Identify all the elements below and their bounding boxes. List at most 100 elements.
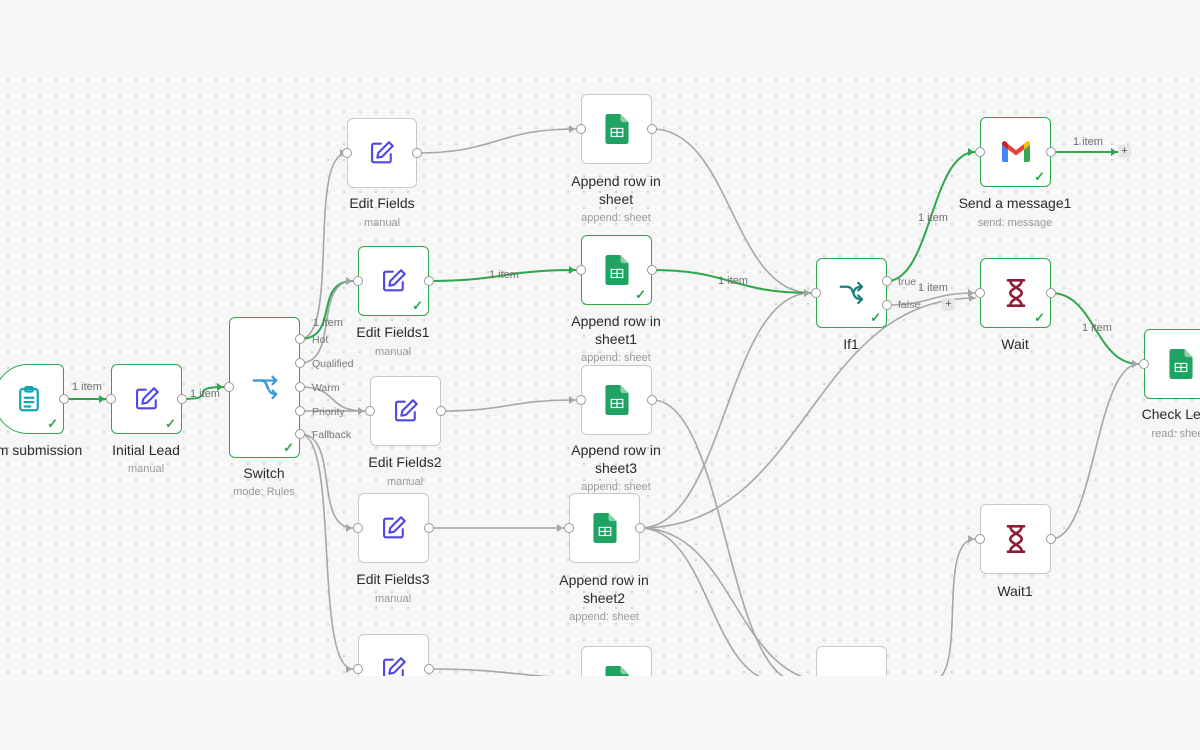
input-port[interactable] — [975, 534, 985, 544]
node-append-row3[interactable] — [581, 365, 652, 435]
node-title-line2: sheet — [598, 191, 634, 207]
node-title-line2: sheet2 — [582, 590, 626, 606]
success-check-icon: ✓ — [1034, 310, 1045, 325]
connection-edge[interactable] — [299, 152, 348, 340]
input-port[interactable] — [224, 382, 234, 392]
edge-label: 1 item — [918, 282, 948, 294]
output-port[interactable] — [424, 664, 434, 674]
input-port[interactable] — [353, 664, 363, 674]
node-edit-fields[interactable] — [347, 118, 417, 188]
edge-label: 1 item — [190, 388, 220, 400]
edge-label: 1 item — [313, 317, 343, 329]
input-port[interactable] — [576, 124, 586, 134]
output-port[interactable] — [635, 523, 645, 533]
input-port[interactable] — [342, 148, 352, 158]
input-port[interactable] — [353, 276, 363, 286]
output-port[interactable] — [1046, 534, 1056, 544]
node-title: If1 — [843, 336, 859, 352]
edit-icon — [394, 399, 418, 422]
node-append-row1[interactable]: ✓ — [581, 235, 652, 305]
input-port[interactable] — [975, 147, 985, 157]
output-port[interactable] — [424, 523, 434, 533]
output-label-true: true — [898, 276, 917, 288]
node-switch[interactable]: ✓ — [229, 317, 300, 458]
node-title: Wait1 — [997, 583, 1033, 599]
input-port[interactable] — [564, 523, 574, 533]
input-port[interactable] — [576, 265, 586, 275]
success-check-icon: ✓ — [283, 440, 294, 455]
add-node-button[interactable]: + — [1118, 145, 1131, 158]
hourglass-icon — [1006, 279, 1025, 307]
connection-arrowhead — [346, 665, 352, 673]
output-port-true[interactable] — [882, 276, 892, 286]
edge-label: 1 item — [718, 275, 748, 287]
connection-edge[interactable] — [440, 399, 577, 412]
output-label-fallback: Fallback — [312, 429, 352, 441]
workflow-canvas[interactable]: ✓ Form submission ✓ Initial Lead manual … — [0, 72, 1200, 676]
output-port[interactable] — [436, 406, 446, 416]
success-check-icon: ✓ — [870, 310, 881, 325]
connection-arrowhead — [1132, 360, 1138, 368]
node-edit-fields-partial[interactable] — [358, 634, 429, 676]
edge-label: 1 item — [918, 212, 948, 224]
node-send-message1[interactable]: ✓ — [980, 117, 1051, 187]
output-port[interactable] — [295, 334, 305, 344]
node-send-message-partial[interactable] — [816, 646, 887, 676]
node-edit-fields1[interactable]: ✓ — [358, 246, 429, 316]
input-port[interactable] — [576, 395, 586, 405]
node-check-lead[interactable] — [1144, 329, 1200, 399]
output-port[interactable] — [177, 394, 187, 404]
node-append-row-partial[interactable] — [581, 646, 652, 676]
input-port[interactable] — [365, 406, 375, 416]
google-sheets-icon — [592, 513, 617, 543]
output-port[interactable] — [424, 276, 434, 286]
connection-arrowhead — [968, 535, 974, 543]
success-check-icon: ✓ — [412, 298, 423, 313]
connection-arrowhead — [968, 148, 974, 156]
node-form-submission[interactable]: ✓ — [0, 364, 64, 434]
input-port[interactable] — [975, 288, 985, 298]
output-port-false[interactable] — [882, 300, 892, 310]
hourglass-icon — [1006, 525, 1025, 553]
input-port[interactable] — [106, 394, 116, 404]
node-edit-fields2[interactable] — [370, 376, 441, 446]
connection-arrowhead — [804, 289, 810, 297]
connection-edge[interactable] — [930, 538, 976, 676]
node-subtitle: append: sheet — [569, 611, 639, 623]
node-title: Edit Fields — [349, 195, 415, 211]
node-wait[interactable]: ✓ — [980, 258, 1051, 328]
input-port[interactable] — [353, 523, 363, 533]
output-port[interactable] — [295, 406, 305, 416]
google-sheets-icon — [604, 114, 629, 144]
node-append-row2[interactable] — [569, 493, 640, 563]
clipboard-icon — [19, 386, 39, 412]
connection-edge[interactable] — [1050, 363, 1140, 540]
connection-arrowhead — [99, 395, 105, 403]
node-edit-fields3[interactable] — [358, 493, 429, 563]
input-port[interactable] — [1139, 359, 1149, 369]
node-wait1[interactable] — [980, 504, 1051, 574]
output-port[interactable] — [412, 148, 422, 158]
output-port[interactable] — [1046, 147, 1056, 157]
output-port[interactable] — [59, 394, 69, 404]
node-title: Wait — [1001, 336, 1029, 352]
output-port[interactable] — [647, 395, 657, 405]
output-port[interactable] — [295, 358, 305, 368]
connection-arrowhead — [557, 524, 563, 532]
add-connection-button[interactable]: + — [942, 298, 955, 311]
node-append-row[interactable] — [581, 94, 652, 164]
output-port[interactable] — [295, 382, 305, 392]
node-subtitle: manual — [363, 217, 401, 229]
input-port[interactable] — [811, 288, 821, 298]
connection-edge[interactable] — [651, 128, 812, 294]
output-port[interactable] — [647, 124, 657, 134]
connection-edge[interactable] — [416, 128, 577, 154]
connection-arrowhead — [358, 407, 364, 415]
output-port[interactable] — [295, 429, 305, 439]
output-port[interactable] — [1046, 288, 1056, 298]
connection-edge[interactable] — [428, 668, 600, 676]
edit-icon — [382, 516, 406, 539]
output-port[interactable] — [647, 265, 657, 275]
node-if1[interactable]: ✓ — [816, 258, 887, 328]
node-initial-lead[interactable]: ✓ — [111, 364, 182, 434]
